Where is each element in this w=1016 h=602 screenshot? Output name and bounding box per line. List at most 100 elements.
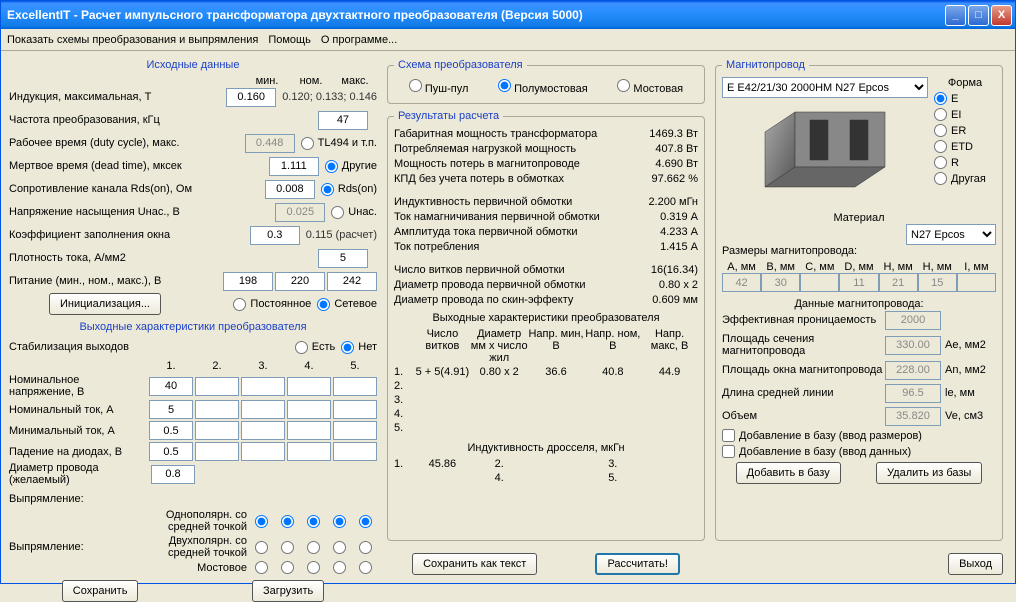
vnom-5[interactable] [333,377,377,396]
rect1-3[interactable] [307,515,320,528]
scheme-fullbridge[interactable]: Мостовая [617,79,683,95]
vdrop-5[interactable] [333,442,377,461]
supply-min-input[interactable] [223,272,273,291]
source-title: Исходные данные [9,59,377,71]
inom-4[interactable] [287,400,331,419]
imin-3[interactable] [241,421,285,440]
vdrop-2[interactable] [195,442,239,461]
rect1-1[interactable] [255,515,268,528]
add-db-button[interactable]: Добавить в базу [736,462,841,484]
stab-label: Стабилизация выходов [9,341,289,353]
inom-1[interactable] [149,400,193,419]
supply-nom-input[interactable] [275,272,325,291]
calc-button[interactable]: Рассчитать! [595,553,679,575]
wire-label: Диаметр провода (желаемый) [9,462,151,486]
dead-label: Мертвое время (dead time), мксек [9,160,269,172]
rect1-4[interactable] [333,515,346,528]
init-button[interactable]: Инициализация... [49,293,161,315]
scheme-group: Схема преобразователя Пуш-пул Полумостов… [387,59,705,104]
shape-ei[interactable]: EI [934,108,996,121]
usat-label: Напряжение насыщения Uнас., В [9,206,275,218]
sae-input [885,336,941,355]
vdrop-3[interactable] [241,442,285,461]
jdens-input[interactable] [318,249,368,268]
save-text-button[interactable]: Сохранить как текст [412,553,537,575]
maximize-button[interactable]: □ [968,5,989,26]
vdrop-1[interactable] [149,442,193,461]
close-button[interactable]: X [991,5,1012,26]
vdrop-4[interactable] [287,442,331,461]
dim-i [957,273,996,292]
rect2-3[interactable] [307,541,320,554]
vnom-2[interactable] [195,377,239,396]
supply-max-input[interactable] [327,272,377,291]
inom-5[interactable] [333,400,377,419]
supply-dc-radio[interactable] [233,298,246,311]
shape-r[interactable]: R [934,156,996,169]
del-db-button[interactable]: Удалить из базы [876,462,982,484]
imin-5[interactable] [333,421,377,440]
scheme-halfbridge[interactable]: Полумостовая [498,79,588,95]
imin-2[interactable] [195,421,239,440]
rect-main-label: Выпрямление: [9,541,129,553]
shape-other[interactable]: Другая [934,172,996,185]
kfill-input[interactable] [250,226,300,245]
rect2-1[interactable] [255,541,268,554]
menu-about[interactable]: О программе... [321,34,397,46]
le-input [885,384,941,403]
rect3-5[interactable] [359,561,372,574]
shape-er[interactable]: ER [934,124,996,137]
usat-radio[interactable] [331,206,344,219]
rect2-5[interactable] [359,541,372,554]
material-select[interactable]: N27 Epcos [906,224,996,245]
shape-e[interactable]: E [934,92,996,105]
window-title: ExcellentIT - Расчет импульсного трансфо… [7,8,945,22]
hdr-min: мин. [249,75,285,87]
wire-input[interactable] [151,465,195,484]
dim-h [879,273,918,292]
vnom-3[interactable] [241,377,285,396]
perm-input [885,311,941,330]
rect3-2[interactable] [281,561,294,574]
induction-input[interactable] [226,88,276,107]
load-button[interactable]: Загрузить [252,580,324,602]
menu-schemes[interactable]: Показать схемы преобразования и выпрямле… [7,34,258,46]
minimize-button[interactable]: _ [945,5,966,26]
rect3-3[interactable] [307,561,320,574]
core-select[interactable]: E E42/21/30 2000HM N27 Epcos [722,77,928,98]
vnom-1[interactable] [149,377,193,396]
rect3-1[interactable] [255,561,268,574]
chk-add-dims[interactable] [722,429,735,442]
rect1-2[interactable] [281,515,294,528]
rds-input[interactable] [265,180,315,199]
rect3-4[interactable] [333,561,346,574]
results-group: Результаты расчета Габаритная мощность т… [387,110,705,541]
freq-input[interactable] [318,111,368,130]
exit-button[interactable]: Выход [948,553,1003,575]
stab-no-radio[interactable] [341,341,354,354]
scheme-pushpull[interactable]: Пуш-пул [409,79,469,95]
rect2-2[interactable] [281,541,294,554]
rect-label: Выпрямление: [9,493,129,505]
menu-help[interactable]: Помощь [268,34,311,46]
inom-3[interactable] [241,400,285,419]
shape-etd[interactable]: ETD [934,140,996,153]
vnom-4[interactable] [287,377,331,396]
rect1-5[interactable] [359,515,372,528]
rect2-4[interactable] [333,541,346,554]
magnet-group: Магнитопровод E E42/21/30 2000HM N27 Epc… [715,59,1003,541]
supply-ac-radio[interactable] [317,298,330,311]
inom-2[interactable] [195,400,239,419]
outch-title: Выходные характеристики преобразователя [9,321,377,333]
save-button[interactable]: Сохранить [62,580,139,602]
dim-d [839,273,878,292]
duty-tl494-radio[interactable] [301,137,314,150]
chk-add-data[interactable] [722,445,735,458]
kfill-label: Коэффициент заполнения окна [9,229,250,241]
rds-radio[interactable] [321,183,334,196]
stab-yes-radio[interactable] [295,341,308,354]
imin-1[interactable] [149,421,193,440]
imin-4[interactable] [287,421,331,440]
dead-input[interactable] [269,157,319,176]
duty-other-radio[interactable] [325,160,338,173]
